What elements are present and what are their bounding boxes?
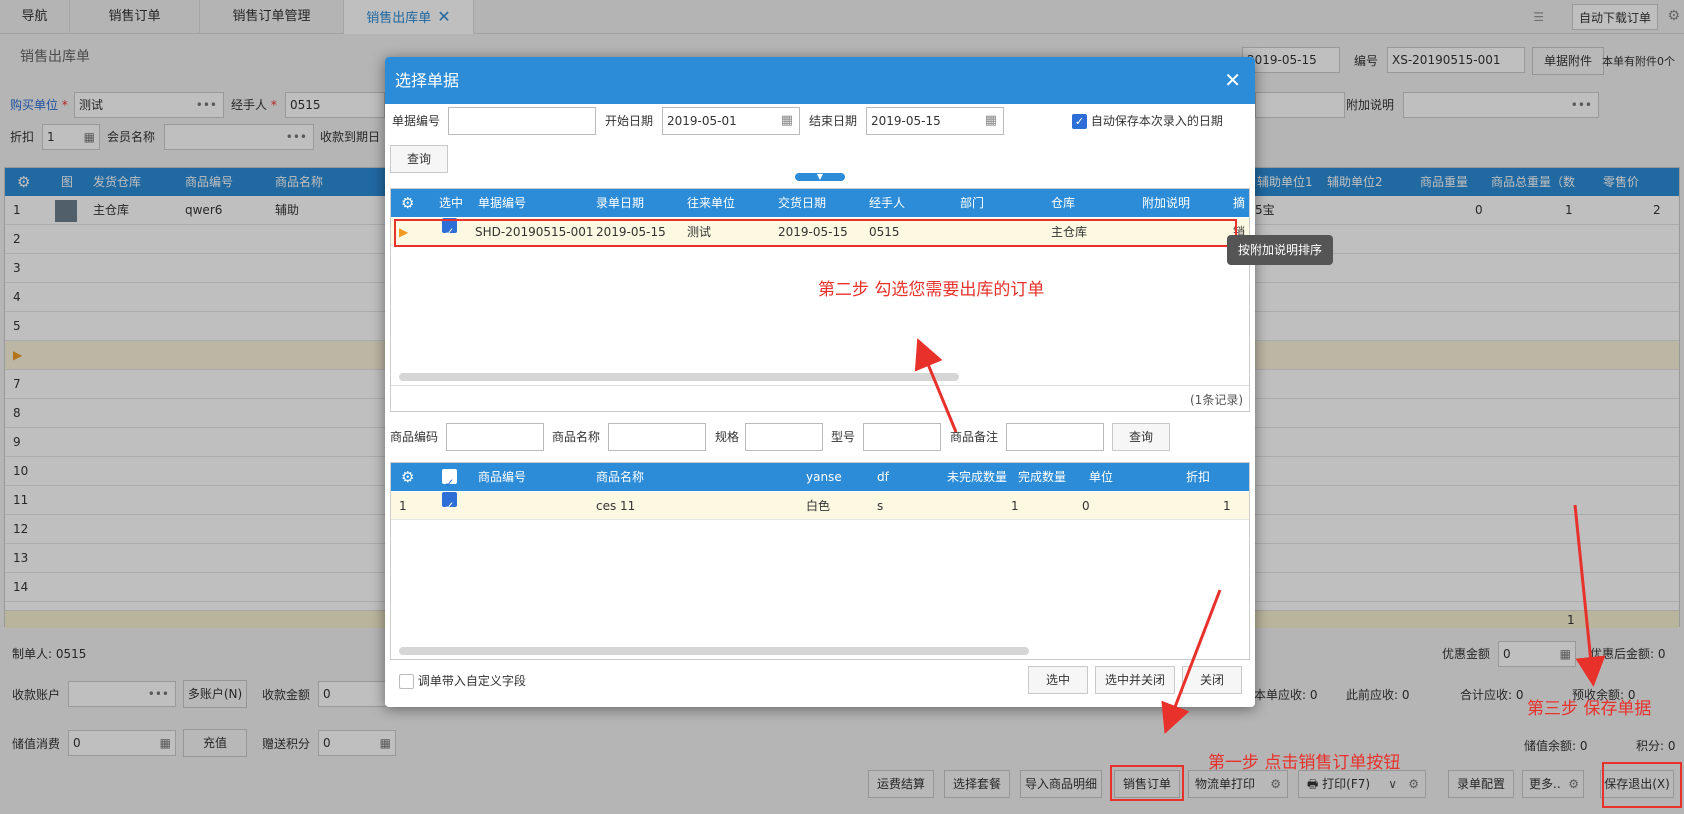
arrow-step2 <box>914 338 958 433</box>
annotation-arrows <box>914 338 1606 735</box>
arrow-step1 <box>1161 589 1222 735</box>
arrow-step3 <box>1573 504 1606 687</box>
